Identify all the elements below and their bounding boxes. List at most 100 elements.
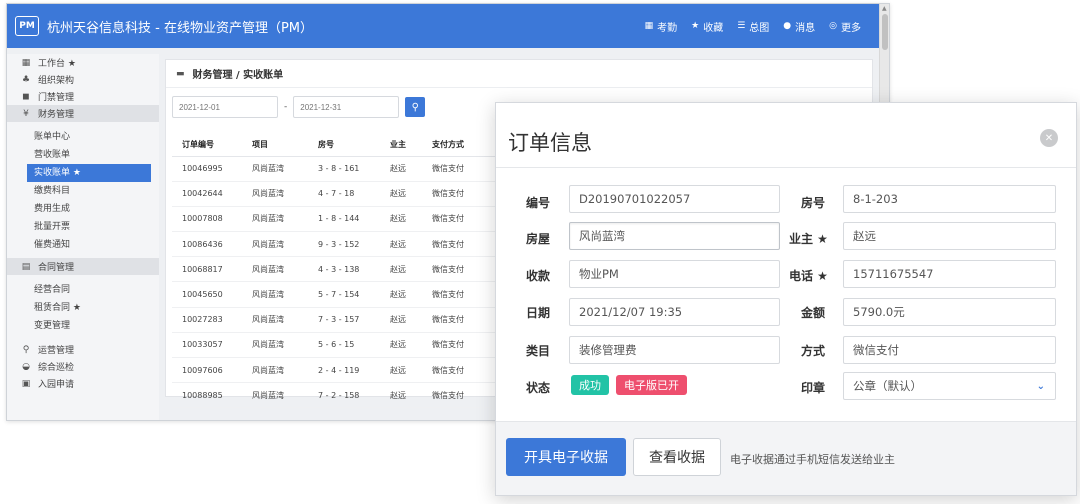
video-icon: ◼ [22,91,30,102]
top-nav-attendance[interactable]: ▦ 考勤 [645,19,678,34]
cell-order-no: 10033057 [172,332,242,359]
column-header-project[interactable]: 项目 [242,134,308,157]
sidebar-item-entry-application[interactable]: ▣ 入园申请 [7,375,159,392]
house-field[interactable]: 风尚蓝湾 [569,222,780,250]
sidebar-subitem-revenue-bills[interactable]: 营收账单 [7,146,159,164]
column-header-payment-method[interactable]: 支付方式 [422,134,502,157]
sidebar-subitem-business-contracts[interactable]: 经营合同 [7,281,159,299]
cell-owner: 赵远 [380,256,422,283]
seal-select[interactable]: 公章（默认） ⌄ [843,372,1056,400]
cell-owner: 赵远 [380,382,422,409]
table-row[interactable]: 10045650 风尚蓝湾 5 - 7 - 154 赵远 微信支付 [172,281,502,308]
cell-project: 风尚蓝湾 [242,156,308,182]
table-row[interactable]: 10046995 风尚蓝湾 3 - 8 - 161 赵远 微信支付 [172,156,502,182]
sidebar-item-workbench[interactable]: ▦ 工作台 ★ [7,54,159,71]
sidebar-subitem-payment-items[interactable]: 缴费科目 [7,182,159,200]
owner-field[interactable]: 赵远 [843,222,1056,250]
seal-label: 印章 [801,381,826,395]
sidebar-subitem-bill-center[interactable]: 账单中心 [7,128,159,146]
breadcrumb: ▬ 财务管理 / 实收账单 [166,60,872,88]
cell-owner: 赵远 [380,357,422,384]
amount-label: 金额 [801,306,826,320]
sidebar-item-organization[interactable]: ♣ 组织架构 [7,71,159,88]
sidebar-subitem-change-management[interactable]: 变更管理 [7,317,159,335]
top-nav: ▦ 考勤 ★ 收藏 ☰ 总图 ● 消息 ◎ 更多 [645,4,861,48]
users-icon: ♣ [21,74,31,85]
cell-payment-method: 微信支付 [422,181,502,207]
issue-e-receipt-button[interactable]: 开具电子收据 [506,438,626,476]
room-field[interactable]: 8-1-203 [843,185,1056,213]
cell-payment-method: 微信支付 [422,256,502,283]
scroll-up-icon[interactable]: ▲ [882,5,887,12]
cell-owner: 赵远 [380,307,422,333]
payee-field[interactable]: 物业PM [569,260,780,288]
top-nav-overview[interactable]: ☰ 总图 [737,19,769,34]
top-nav-label: 收藏 [703,22,724,34]
table-row[interactable]: 10086436 风尚蓝湾 9 - 3 - 152 赵远 微信支付 [172,231,502,258]
status-badge-success: 成功 [571,375,609,395]
sidebar-subitem-lease-contracts[interactable]: 租赁合同 ★ [7,299,159,317]
payee-label: 收款 [526,269,551,283]
close-button[interactable]: ✕ [1040,129,1058,147]
sidebar-item-label: 入园申请 [38,380,75,390]
cell-project: 风尚蓝湾 [242,382,308,409]
top-nav-label: 考勤 [657,22,678,34]
start-date-input[interactable] [172,96,278,118]
list-icon: ☰ [737,21,746,31]
status-label: 状态 [526,381,551,395]
sidebar-item-inspection[interactable]: ◒ 综合巡检 [7,358,159,375]
sidebar-subitem-batch-invoicing[interactable]: 批量开票 [7,218,159,236]
date-field[interactable]: 2021/12/07 19:35 [569,298,780,326]
sidebar-item-contracts[interactable]: ▤ 合同管理 [7,258,159,275]
table-row[interactable]: 10033057 风尚蓝湾 5 - 6 - 15 赵远 微信支付 [172,332,502,359]
method-field[interactable]: 微信支付 [843,336,1056,364]
column-header-owner[interactable]: 业主 [380,134,422,157]
top-nav-more[interactable]: ◎ 更多 [829,19,861,34]
cell-payment-method: 微信支付 [422,382,502,409]
category-field[interactable]: 装修管理费 [569,336,780,364]
search-button[interactable]: ⚲ [405,97,426,117]
top-nav-favorites[interactable]: ★ 收藏 [691,19,723,34]
table-row[interactable]: 10088985 风尚蓝湾 7 - 2 - 158 赵远 微信支付 [172,382,502,409]
date-label: 日期 [526,306,551,320]
room-label: 房号 [801,196,826,210]
end-date-input[interactable] [293,96,400,118]
sidebar-item-finance[interactable]: ¥ 财务管理 [7,105,159,122]
sidebar-subitem-payment-reminder[interactable]: 催费通知 [7,236,159,254]
table-row[interactable]: 10007808 风尚蓝湾 1 - 8 - 144 赵远 微信支付 [172,206,502,233]
table-row[interactable]: 10027283 风尚蓝湾 7 - 3 - 157 赵远 微信支付 [172,307,502,333]
sidebar-item-access-control[interactable]: ◼ 门禁管理 [7,88,159,105]
top-nav-label: 总图 [749,22,770,34]
scrollbar-thumb[interactable] [882,14,888,50]
number-field[interactable]: D20190701022057 [569,185,780,213]
yen-icon: ¥ [23,108,29,119]
modal-title: 订单信息 [508,131,592,155]
cell-order-no: 10045650 [172,281,242,308]
phone-field[interactable]: 15711675547 [843,260,1056,288]
column-header-order-no[interactable]: 订单编号 [172,134,242,157]
cell-payment-method: 微信支付 [422,281,502,308]
dashboard-icon: ▦ [21,57,31,68]
sidebar-subitem-received-bills[interactable]: 实收账单 ★ [27,164,151,182]
table-row[interactable]: 10042644 风尚蓝湾 4 - 7 - 18 赵远 微信支付 [172,181,502,207]
modal-divider [496,167,1076,168]
top-nav-messages[interactable]: ● 消息 [783,19,815,34]
sidebar-item-operations[interactable]: ⚲ 运营管理 [7,341,159,358]
car-icon: ◒ [22,361,30,372]
folder-icon: ▬ [176,68,185,79]
category-label: 类目 [526,344,551,358]
table-row[interactable]: 10097606 风尚蓝湾 2 - 4 - 119 赵远 微信支付 [172,357,502,384]
amount-field[interactable]: 5790.0元 [843,298,1056,326]
table-row[interactable]: 10068817 风尚蓝湾 4 - 3 - 138 赵远 微信支付 [172,256,502,283]
house-label: 房屋 [526,232,551,246]
view-receipt-button[interactable]: 查看收据 [633,438,721,476]
cell-room: 7 - 3 - 157 [308,307,380,333]
cell-owner: 赵远 [380,332,422,359]
logo: PM [15,16,39,36]
column-header-room[interactable]: 房号 [308,134,380,157]
cell-order-no: 10086436 [172,231,242,258]
sidebar-subitem-fee-generation[interactable]: 费用生成 [7,200,159,218]
cell-room: 7 - 2 - 158 [308,382,380,409]
date-filters: - ⚲ [172,96,426,118]
status-badge-e-invoice: 电子版已开 [616,375,687,395]
